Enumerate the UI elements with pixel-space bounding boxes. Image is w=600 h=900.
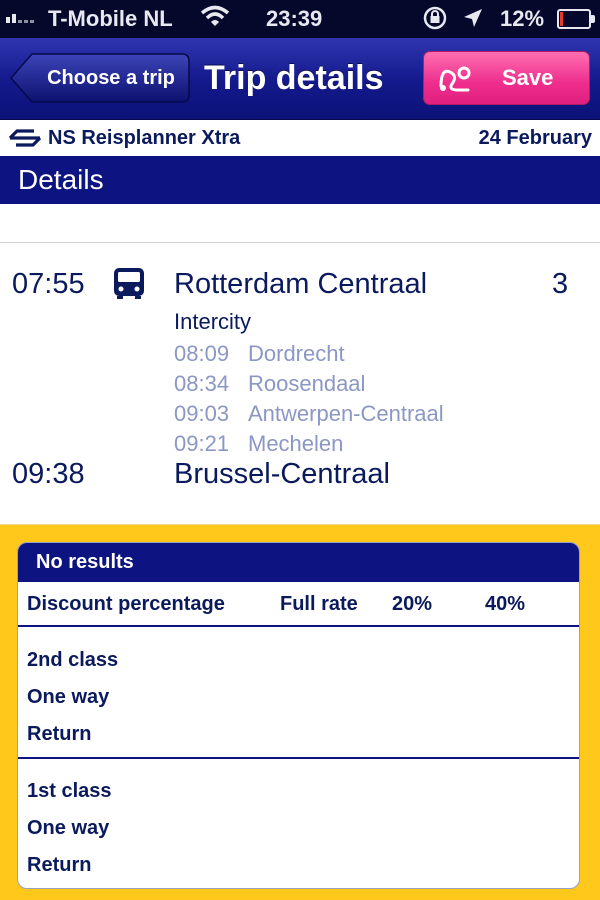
stop-time: 09:21 bbox=[174, 431, 230, 456]
save-button-label: Save bbox=[502, 65, 554, 90]
price-column-headers: Discount percentage Full rate 20% 40% bbox=[18, 582, 579, 627]
status-time: 23:39 bbox=[266, 6, 323, 31]
ns-logo-icon bbox=[8, 129, 42, 147]
platform-number: 3 bbox=[552, 268, 569, 300]
departure-time: 07:55 bbox=[12, 268, 85, 300]
stop-station: Antwerpen-Centraal bbox=[248, 401, 444, 426]
price-row-label: One way bbox=[27, 686, 110, 708]
column-header: Full rate bbox=[280, 593, 358, 615]
price-status: No results bbox=[36, 551, 134, 573]
app-header: NS Reisplanner Xtra 24 February bbox=[0, 120, 600, 156]
battery-percent: 12% bbox=[500, 6, 545, 31]
stop-time: 08:09 bbox=[174, 341, 230, 366]
intermediate-stop: 09:21 Mechelen bbox=[174, 431, 343, 457]
column-header: 20% bbox=[392, 593, 433, 615]
details-section-header: Details bbox=[0, 156, 600, 204]
stop-station: Dordrecht bbox=[248, 341, 345, 366]
stop-time: 08:34 bbox=[174, 371, 230, 396]
column-header: Discount percentage bbox=[27, 593, 225, 615]
arrival-time: 09:38 bbox=[12, 458, 85, 490]
stop-time: 09:03 bbox=[174, 401, 230, 426]
departure-station: Rotterdam Centraal bbox=[174, 268, 428, 300]
battery-level bbox=[560, 12, 563, 26]
train-type: Intercity bbox=[174, 309, 252, 334]
bus-icon bbox=[114, 268, 144, 299]
status-bar: T-Mobile NL 23:39 12% bbox=[0, 0, 600, 38]
intermediate-stop: 08:09 Dordrecht bbox=[174, 341, 345, 367]
intermediate-stop: 09:03 Antwerpen-Centraal bbox=[174, 401, 444, 427]
divider bbox=[18, 757, 579, 759]
signal-icon bbox=[6, 14, 34, 23]
route-icon bbox=[439, 66, 471, 92]
battery-icon bbox=[557, 9, 595, 29]
intermediate-stop: 08:34 Roosendaal bbox=[174, 371, 365, 397]
wifi-icon bbox=[200, 5, 230, 26]
stop-station: Mechelen bbox=[248, 431, 344, 456]
trip-date: 24 February bbox=[478, 127, 592, 149]
stop-station: Roosendaal bbox=[248, 371, 366, 396]
section-title: Details bbox=[18, 164, 104, 195]
price-row-label: Return bbox=[27, 854, 92, 876]
class-label: 1st class bbox=[27, 780, 112, 802]
location-arrow-icon bbox=[464, 9, 482, 27]
rotation-lock-icon bbox=[423, 6, 447, 30]
column-header: 40% bbox=[485, 593, 526, 615]
arrival-station: Brussel-Centraal bbox=[174, 458, 390, 490]
back-button-label: Choose a trip bbox=[47, 67, 175, 89]
back-button[interactable]: Choose a trip bbox=[10, 52, 190, 104]
page-title: Trip details bbox=[204, 59, 384, 97]
divider bbox=[0, 242, 600, 243]
save-button[interactable]: Save bbox=[423, 51, 590, 105]
price-card-header: No results bbox=[18, 543, 579, 582]
navigation-bar: Choose a trip Trip details Save bbox=[0, 38, 600, 120]
carrier-name: T-Mobile NL bbox=[48, 6, 173, 31]
app-name: NS Reisplanner Xtra bbox=[48, 127, 241, 149]
price-card: No results Discount percentage Full rate… bbox=[17, 542, 580, 889]
price-row-label: Return bbox=[27, 723, 92, 745]
class-label: 2nd class bbox=[27, 649, 119, 671]
price-row-label: One way bbox=[27, 817, 110, 839]
